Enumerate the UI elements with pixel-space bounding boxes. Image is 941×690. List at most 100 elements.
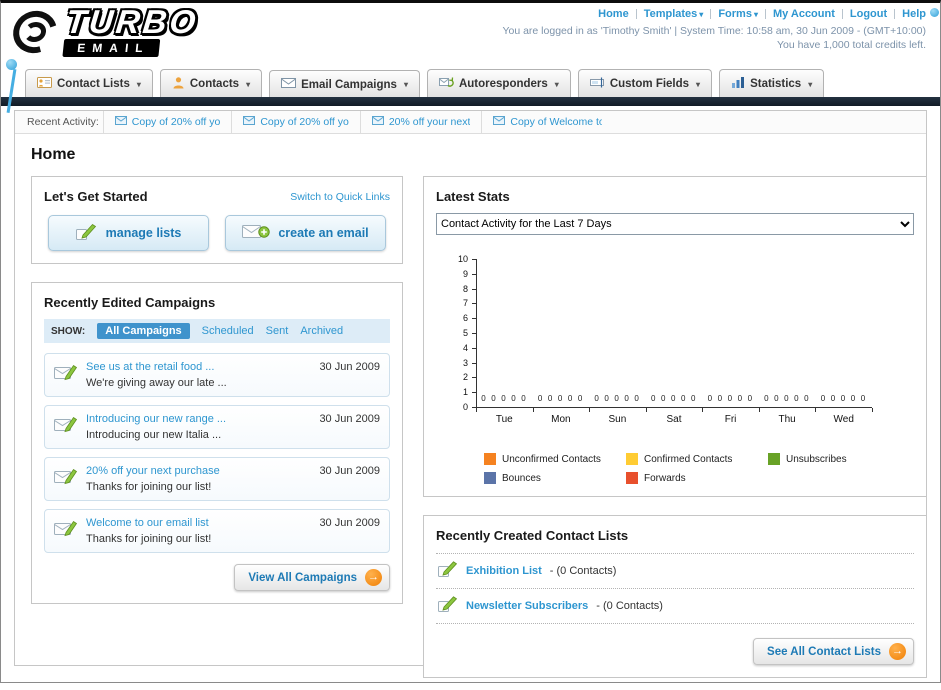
manage-lists-button[interactable]: manage lists (48, 215, 209, 251)
separator (841, 9, 843, 19)
contact-list-link[interactable]: Exhibition List (466, 565, 542, 577)
x-axis-category-label: Sun (608, 414, 627, 425)
y-axis-tick-label: 10 (457, 254, 468, 264)
x-axis-category-label: Tue (495, 414, 513, 425)
campaign-date: 30 Jun 2009 (319, 517, 380, 529)
contact-list-row: Newsletter Subscribers - (0 Contacts) (436, 589, 914, 624)
create-email-button[interactable]: create an email (225, 215, 386, 251)
bar-value-label: 0 (481, 394, 486, 403)
bar-value-label: 0 (737, 394, 743, 403)
top-link-forms[interactable]: Forms ▾ (718, 8, 758, 20)
nav-tab-label: Autoresponders (458, 78, 548, 90)
recent-activity-link[interactable]: Copy of 20% off yo (132, 116, 221, 128)
top-link-my-account[interactable]: My Account (773, 8, 835, 20)
bar-value-label: 0 (830, 394, 836, 403)
caret-down-icon: ▾ (753, 10, 758, 19)
campaign-subtitle: Thanks for joining our list! (86, 481, 212, 493)
campaign-title-link[interactable]: Welcome to our email list (86, 517, 311, 529)
recent-activity-item: Copy of 20% off yo (102, 111, 232, 133)
campaign-title-link[interactable]: 20% off your next purchase (86, 465, 311, 477)
recent-activity-link[interactable]: Copy of 20% off yo (260, 116, 349, 128)
main-container: Recent Activity: Copy of 20% off yo Copy… (14, 110, 927, 678)
get-started-title: Let's Get Started (44, 189, 148, 204)
contact-list-row: Exhibition List - (0 Contacts) (436, 553, 914, 589)
top-link-templates-label: Templates (643, 8, 698, 20)
filter-sent[interactable]: Sent (266, 325, 289, 337)
stats-period-select[interactable]: Contact Activity for the Last 7 Days (436, 213, 914, 235)
x-axis-category-label: Mon (551, 414, 571, 425)
nav-tab-email-campaigns[interactable]: Email Campaigns ▾ (269, 70, 420, 97)
legend-swatch (626, 453, 638, 465)
legend-item: Unconfirmed Contacts (484, 453, 626, 465)
contact-list-count: - (0 Contacts) (596, 600, 663, 612)
statistics-icon (731, 76, 745, 92)
nav-tab-contacts[interactable]: Contacts ▾ (159, 69, 263, 97)
top-bar: TURBO EMAIL Home Templates ▾ Forms ▾ My Ac… (1, 3, 940, 67)
logo-word-turbo: TURBO (64, 3, 201, 40)
bar-value-label: 0 (537, 394, 543, 403)
main-nav: Contact Lists ▾ Contacts ▾ Email Campaig… (1, 67, 940, 97)
bar-value-label: 0 (567, 394, 573, 403)
recent-activity-item: Copy of Welcome to (481, 111, 613, 133)
bar-value-label: 0 (624, 394, 629, 403)
chart-legend: Unconfirmed Contacts Confirmed Contacts Un… (484, 453, 914, 484)
y-axis-tick-label: 6 (462, 313, 468, 324)
latest-stats-panel: Latest Stats Contact Activity for the La… (423, 176, 927, 497)
x-axis (476, 407, 872, 408)
legend-label: Forwards (644, 472, 686, 484)
caret-down-icon: ▾ (696, 79, 701, 89)
campaign-list-item: See us at the retail food ... We're givi… (44, 353, 390, 397)
legend-item: Forwards (626, 472, 768, 484)
filter-all-campaigns[interactable]: All Campaigns (97, 323, 190, 339)
campaign-title-link[interactable]: See us at the retail food ... (86, 361, 311, 373)
y-axis-tick-label: 9 (462, 268, 468, 279)
campaign-title-link[interactable]: Introducing our new range ... (86, 413, 311, 425)
x-axis-tick (758, 408, 760, 412)
y-axis-tick-label: 5 (462, 328, 468, 338)
separator (894, 9, 896, 19)
envelope-plus-icon (242, 223, 271, 244)
email-campaigns-icon (281, 77, 297, 92)
recent-activity-link[interactable]: 20% off your next (389, 116, 471, 128)
recent-activity-item: Copy of 20% off yo (231, 111, 360, 133)
edit-list-icon (438, 561, 458, 581)
filter-archived[interactable]: Archived (300, 325, 343, 337)
legend-swatch (768, 453, 780, 465)
top-link-templates[interactable]: Templates ▾ (644, 8, 704, 20)
switch-to-quick-links-link[interactable]: Switch to Quick Links (290, 191, 390, 203)
see-all-contact-lists-button[interactable]: See All Contact Lists → (753, 638, 914, 665)
view-all-campaigns-button[interactable]: View All Campaigns → (234, 564, 390, 591)
logo-word-email: EMAIL (62, 39, 161, 57)
edit-campaign-icon (54, 467, 78, 491)
nav-tab-statistics[interactable]: Statistics ▾ (719, 69, 825, 97)
nav-tab-custom-fields[interactable]: Custom Fields ▾ (577, 69, 713, 97)
y-axis (476, 259, 477, 407)
contact-list-link[interactable]: Newsletter Subscribers (466, 600, 588, 612)
bar-value-label: 0 (727, 394, 733, 403)
top-link-logout[interactable]: Logout (850, 8, 887, 20)
recent-activity-label: Recent Activity: (27, 116, 99, 128)
top-link-help[interactable]: Help (902, 8, 926, 20)
bar-value-label: 0 (681, 394, 686, 403)
y-axis-tick-label: 3 (462, 357, 468, 368)
nav-tab-autoresponders[interactable]: Autoresponders ▾ (426, 69, 571, 97)
recent-activity-link[interactable]: Copy of Welcome to (510, 116, 602, 128)
nav-tab-contact-lists[interactable]: Contact Lists ▾ (25, 69, 153, 97)
caret-down-icon: ▾ (808, 79, 813, 89)
create-email-label: create an email (278, 226, 369, 240)
contact-lists-panel-title: Recently Created Contact Lists (436, 528, 629, 543)
recently-edited-campaigns-panel: Recently Edited Campaigns SHOW: All Camp… (31, 282, 403, 604)
campaign-date: 30 Jun 2009 (319, 465, 380, 477)
envelope-icon (371, 116, 384, 128)
legend-label: Bounces (502, 472, 541, 484)
x-axis-tick (476, 408, 477, 412)
top-link-home[interactable]: Home (598, 8, 629, 20)
bar-value-label: 0 (651, 394, 656, 403)
bar-value-label: 0 (557, 394, 563, 403)
bar-value-label: 0 (511, 394, 516, 403)
right-column: Latest Stats Contact Activity for the La… (423, 176, 927, 678)
bar-value-label: 0 (764, 394, 769, 403)
filter-scheduled[interactable]: Scheduled (202, 325, 254, 337)
bar-value-label: 0 (707, 394, 713, 403)
contacts-icon (172, 76, 185, 92)
